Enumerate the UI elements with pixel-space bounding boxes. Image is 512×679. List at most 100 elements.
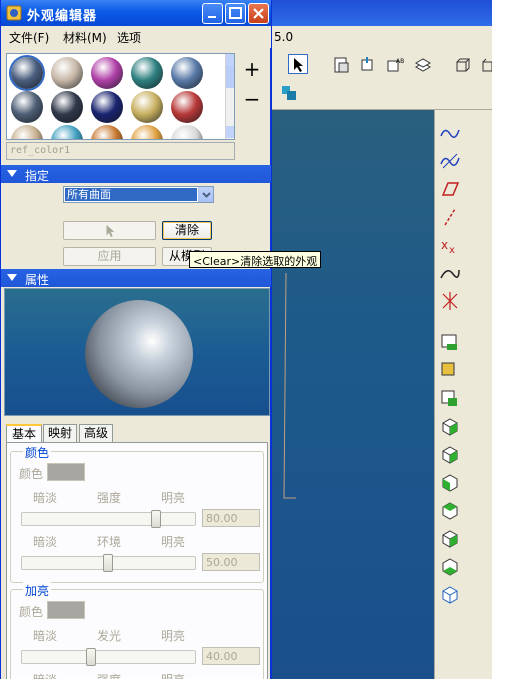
tab-advanced[interactable]: 高级	[79, 424, 113, 442]
solid3-icon[interactable]	[439, 472, 461, 494]
background-edge	[492, 0, 512, 679]
strength-right-label: 明亮	[161, 671, 185, 679]
close-button[interactable]	[248, 3, 269, 24]
view-box-icon[interactable]	[452, 54, 472, 74]
move-icon[interactable]	[356, 54, 376, 74]
coordinate-system-icon[interactable]	[439, 290, 461, 312]
intensity-slider-thumb[interactable]	[151, 510, 161, 528]
appearance-swatch[interactable]	[51, 125, 83, 139]
dialog-title: 外观编辑器	[27, 9, 98, 24]
intensity-label: 强度	[97, 491, 122, 505]
intensity-slider[interactable]	[21, 510, 196, 528]
minimize-button[interactable]	[202, 3, 223, 24]
sketch-curve-icon[interactable]	[439, 122, 461, 144]
feature-icon[interactable]	[439, 360, 461, 382]
apply-button[interactable]: 应用	[63, 247, 156, 266]
model-viewport[interactable]	[270, 110, 434, 679]
ambient-slider[interactable]	[21, 554, 196, 572]
highlight-color-swatch[interactable]	[47, 601, 85, 619]
appearance-swatch[interactable]	[91, 125, 123, 139]
appearance-swatch[interactable]	[171, 125, 203, 139]
background-titlebar	[270, 0, 492, 26]
menu-options[interactable]: 选项	[117, 29, 141, 46]
maximize-button[interactable]	[225, 3, 246, 24]
shine-value[interactable]: 40.00	[202, 647, 260, 665]
shine-label: 发光	[97, 629, 122, 643]
appearance-swatch[interactable]	[11, 91, 43, 123]
scroll-thumb[interactable]	[226, 66, 234, 88]
sketch-curve2-icon[interactable]	[439, 150, 461, 172]
solid5-icon[interactable]	[439, 528, 461, 550]
highlight-group: 加亮 颜色 暗淡 发光 明亮 40.00 暗淡 强度 明亮	[10, 582, 264, 679]
clear-button[interactable]: 清除	[162, 221, 212, 240]
color-swatch[interactable]	[47, 463, 85, 481]
solid4-icon[interactable]	[439, 500, 461, 522]
properties-section-header[interactable]: 属性	[1, 269, 271, 287]
solid2-icon[interactable]	[439, 444, 461, 466]
tab-basic[interactable]: 基本	[6, 424, 42, 443]
solid1-icon[interactable]	[439, 416, 461, 438]
ambient-left-label: 暗淡	[33, 535, 58, 549]
add-appearance-button[interactable]: +	[241, 58, 263, 80]
svg-text:AB: AB	[396, 58, 404, 65]
intensity-right-label: 明亮	[161, 491, 186, 505]
svg-text:x: x	[449, 245, 455, 256]
appearance-swatch[interactable]	[51, 57, 83, 89]
appearance-palette[interactable]	[6, 53, 235, 140]
datum-plane-icon[interactable]	[439, 178, 461, 200]
appearance-swatch[interactable]	[11, 125, 43, 139]
analysis-icon[interactable]	[439, 332, 461, 354]
datum-axis-icon[interactable]	[439, 206, 461, 228]
version-label: 5.0	[274, 30, 294, 44]
datum-curve-icon[interactable]	[439, 262, 461, 284]
palette-scrollbar[interactable]	[225, 54, 234, 139]
feature2-icon[interactable]	[439, 388, 461, 410]
appearance-swatch[interactable]	[171, 57, 203, 89]
surface-select-value: 所有曲面	[65, 188, 197, 201]
ambient-value[interactable]: 50.00	[202, 553, 260, 571]
ambient-slider-thumb[interactable]	[103, 554, 113, 572]
appearance-name-field[interactable]: ref_color1	[6, 142, 235, 160]
layers-icon[interactable]	[412, 54, 432, 74]
pointer-icon	[106, 224, 114, 238]
appearance-swatch[interactable]	[131, 125, 163, 139]
app-icon	[6, 5, 22, 21]
chevron-down-icon[interactable]	[198, 187, 213, 202]
svg-text:x: x	[441, 238, 448, 252]
color-label: 颜色	[19, 467, 44, 481]
appearance-swatch[interactable]	[11, 57, 43, 89]
assign-section-header[interactable]: 指定	[1, 165, 271, 183]
remove-appearance-button[interactable]: −	[241, 88, 263, 110]
appearance-swatch[interactable]	[91, 91, 123, 123]
shine-slider[interactable]	[21, 648, 196, 666]
appearance-swatch[interactable]	[171, 91, 203, 123]
tab-map[interactable]: 映射	[43, 424, 77, 442]
paste-icon[interactable]	[330, 54, 350, 74]
maximize-icon	[229, 7, 242, 19]
color-group-title: 颜色	[23, 444, 52, 461]
select-pointer-button[interactable]	[63, 221, 156, 240]
assign-section-title: 指定	[25, 169, 50, 183]
appearance-swatch[interactable]	[131, 91, 163, 123]
surface-select[interactable]: 所有曲面	[63, 186, 214, 203]
menu-file[interactable]: 文件(F)	[9, 29, 49, 46]
scroll-up-icon[interactable]	[226, 54, 234, 66]
shine-slider-thumb[interactable]	[86, 648, 96, 666]
select-tool-icon[interactable]	[288, 54, 308, 74]
highlight-group-title: 加亮	[23, 582, 52, 599]
appearance-swatch[interactable]	[91, 57, 123, 89]
clear-tooltip: <Clear>清除选取的外观	[189, 251, 322, 268]
menu-material[interactable]: 材料(M)	[63, 29, 107, 46]
datum-point-icon[interactable]: xx	[439, 234, 461, 256]
intensity-value[interactable]: 80.00	[202, 509, 260, 527]
solid6-icon[interactable]	[439, 556, 461, 578]
background-toolbar: 5.0 AB	[270, 26, 493, 110]
appearance-swatch[interactable]	[131, 57, 163, 89]
collapse-icon	[7, 170, 17, 177]
appearance-icon[interactable]	[278, 82, 298, 102]
dialog-titlebar[interactable]: 外观编辑器	[1, 0, 271, 26]
scroll-down-icon[interactable]	[226, 126, 234, 138]
solid7-icon[interactable]	[439, 584, 461, 606]
regen-icon[interactable]: AB	[384, 54, 404, 74]
appearance-swatch[interactable]	[51, 91, 83, 123]
